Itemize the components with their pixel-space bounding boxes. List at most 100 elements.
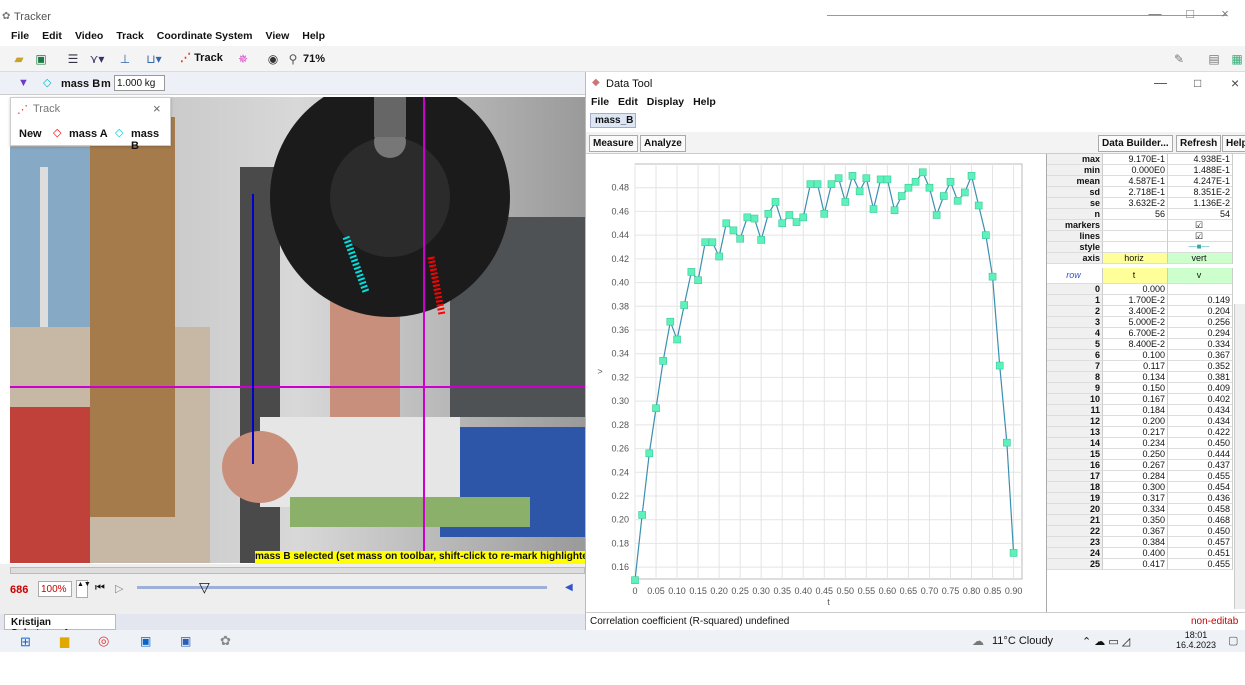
table-row[interactable]: 18 0.300 0.454 <box>1047 482 1245 493</box>
cell-t[interactable]: 0.417 <box>1103 559 1168 570</box>
dt-menu-file[interactable]: File <box>591 96 609 108</box>
zoom-magnifier-icon[interactable]: ⚲ <box>284 50 302 68</box>
table-row[interactable]: 9 0.150 0.409 <box>1047 383 1245 394</box>
table-row[interactable]: 7 0.117 0.352 <box>1047 361 1245 372</box>
slider-thumb-icon[interactable]: ▽ <box>199 579 210 596</box>
cell-t[interactable]: 0.334 <box>1103 504 1168 515</box>
rate-spinner[interactable]: ▲▼ <box>76 580 91 598</box>
table-row[interactable]: 17 0.284 0.455 <box>1047 471 1245 482</box>
cell-t[interactable]: 0.350 <box>1103 515 1168 526</box>
cell-v[interactable]: 0.468 <box>1168 515 1233 526</box>
table-row[interactable]: 16 0.267 0.437 <box>1047 460 1245 471</box>
cell-t[interactable]: 0.150 <box>1103 383 1168 394</box>
tracker-taskbar-icon[interactable]: ✿ <box>220 633 231 649</box>
cell-v[interactable]: 0.434 <box>1168 405 1233 416</box>
table-row[interactable]: 5 8.400E-2 0.334 <box>1047 339 1245 350</box>
table-row[interactable]: 10 0.167 0.402 <box>1047 394 1245 405</box>
table-row[interactable]: 19 0.317 0.436 <box>1047 493 1245 504</box>
table-row[interactable]: 1 1.700E-2 0.149 <box>1047 295 1245 306</box>
rate-field[interactable]: 100% <box>38 581 72 597</box>
table-row[interactable]: 6 0.100 0.367 <box>1047 350 1245 361</box>
notes-icon[interactable]: ▤ <box>1205 50 1223 68</box>
horizontal-scrollbar[interactable] <box>10 567 585 574</box>
table-row[interactable]: 15 0.250 0.444 <box>1047 449 1245 460</box>
dt-menu-help[interactable]: Help <box>693 96 716 108</box>
menu-video[interactable]: Video <box>75 30 103 42</box>
table-row[interactable]: 8 0.134 0.381 <box>1047 372 1245 383</box>
menu-edit[interactable]: Edit <box>42 30 62 42</box>
end-marker-icon[interactable]: ◀ <box>565 582 573 593</box>
table-scrollbar[interactable] <box>1234 304 1245 609</box>
film-icon[interactable]: ▦ <box>1228 50 1245 68</box>
file-tab[interactable]: Kristijan Subota.mp4 <box>4 614 116 639</box>
axes-icon[interactable]: ⊥ <box>116 50 134 68</box>
cell-v[interactable]: 0.450 <box>1168 438 1233 449</box>
cell-v[interactable]: 0.352 <box>1168 361 1233 372</box>
cell-t[interactable]: 0.200 <box>1103 416 1168 427</box>
file-explorer-icon[interactable]: ▆ <box>60 634 69 648</box>
table-row[interactable]: 12 0.200 0.434 <box>1047 416 1245 427</box>
cell-v[interactable]: 0.256 <box>1168 317 1233 328</box>
cell-v[interactable]: 0.334 <box>1168 339 1233 350</box>
header-row[interactable]: row <box>1047 268 1103 284</box>
cell-t[interactable]: 0.184 <box>1103 405 1168 416</box>
windows-start-icon[interactable]: ⊞ <box>20 634 31 650</box>
cell-v[interactable]: 0.434 <box>1168 416 1233 427</box>
new-track-button[interactable]: New <box>19 128 42 140</box>
table-row[interactable]: 4 6.700E-2 0.294 <box>1047 328 1245 339</box>
cell-t[interactable]: 0.267 <box>1103 460 1168 471</box>
table-row[interactable]: 22 0.367 0.450 <box>1047 526 1245 537</box>
cell-t[interactable]: 0.134 <box>1103 372 1168 383</box>
table-row[interactable]: 14 0.234 0.450 <box>1047 438 1245 449</box>
header-t[interactable]: t <box>1103 268 1168 284</box>
table-row[interactable]: 3 5.000E-2 0.256 <box>1047 317 1245 328</box>
menu-view[interactable]: View <box>266 30 290 42</box>
mass-a-button[interactable]: mass A <box>69 128 108 140</box>
open-folder-icon[interactable]: ▰ <box>10 50 28 68</box>
line-chart[interactable]: 0.16 0.18 0.20 0.22 0.24 0.26 0.28 0.30 0.32 0.34… <box>586 156 1045 682</box>
table-row[interactable]: 13 0.217 0.422 <box>1047 427 1245 438</box>
menu-track[interactable]: Track <box>116 30 143 42</box>
autotracker-icon[interactable]: ✵ <box>234 50 252 68</box>
dt-maximize-icon[interactable]: □ <box>1194 76 1201 90</box>
cell-v[interactable]: 0.149 <box>1168 295 1233 306</box>
header-v[interactable]: v <box>1168 268 1233 284</box>
save-icon[interactable]: ▣ <box>32 50 50 68</box>
cell-v[interactable]: 0.367 <box>1168 350 1233 361</box>
cell-v[interactable]: 0.444 <box>1168 449 1233 460</box>
track-name[interactable]: mass B <box>61 78 100 90</box>
analyze-button[interactable]: Analyze <box>640 135 686 152</box>
cell-t[interactable]: 0.384 <box>1103 537 1168 548</box>
cell-t[interactable]: 0.300 <box>1103 482 1168 493</box>
close-icon[interactable]: × <box>1215 6 1235 24</box>
cell-v[interactable]: 0.381 <box>1168 372 1233 383</box>
cell-t[interactable]: 0.000 <box>1103 284 1168 295</box>
minimize-icon[interactable]: — <box>1145 6 1165 24</box>
cell-t[interactable]: 8.400E-2 <box>1103 339 1168 350</box>
popup-close-icon[interactable]: × <box>153 101 161 116</box>
cell-t[interactable]: 0.234 <box>1103 438 1168 449</box>
table-row[interactable]: 11 0.184 0.434 <box>1047 405 1245 416</box>
tray-icons[interactable]: ⌃ ☁ ▭ ◿ <box>1082 635 1130 648</box>
cell-t[interactable]: 0.284 <box>1103 471 1168 482</box>
help-button[interactable]: Help <box>1222 135 1245 152</box>
cell-t[interactable]: 5.000E-2 <box>1103 317 1168 328</box>
cell-t[interactable]: 0.367 <box>1103 526 1168 537</box>
tab-mass-b[interactable]: mass_B <box>590 113 636 128</box>
cell-v[interactable]: 0.455 <box>1168 559 1233 570</box>
cell-t[interactable]: 1.700E-2 <box>1103 295 1168 306</box>
cell-t[interactable]: 0.100 <box>1103 350 1168 361</box>
style-swatch[interactable]: —■— <box>1168 242 1233 253</box>
chrome-icon[interactable]: ◎ <box>98 633 109 649</box>
table-row[interactable]: 2 3.400E-2 0.204 <box>1047 306 1245 317</box>
cell-t[interactable]: 0.167 <box>1103 394 1168 405</box>
table-row[interactable]: 21 0.350 0.468 <box>1047 515 1245 526</box>
create-track-button[interactable]: ⋰ Track <box>180 51 223 64</box>
cell-v[interactable]: 0.454 <box>1168 482 1233 493</box>
cell-v[interactable]: 0.422 <box>1168 427 1233 438</box>
mass-field[interactable]: 1.000 kg <box>114 75 165 91</box>
reset-icon[interactable]: ⏮ <box>95 582 105 595</box>
table-row[interactable]: 24 0.400 0.451 <box>1047 548 1245 559</box>
cell-v[interactable]: 0.458 <box>1168 504 1233 515</box>
cell-v[interactable]: 0.450 <box>1168 526 1233 537</box>
